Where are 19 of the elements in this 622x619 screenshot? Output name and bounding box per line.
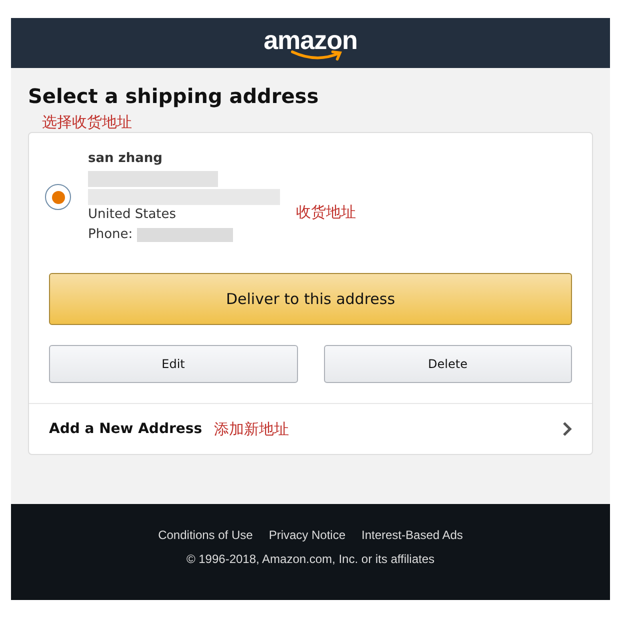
add-address-row[interactable]: Add a New Address 添加新地址 bbox=[29, 403, 592, 454]
annotation: 选择收货地址 bbox=[42, 112, 133, 132]
delete-button[interactable]: Delete bbox=[324, 345, 572, 383]
footer-link[interactable]: Interest-Based Ads bbox=[362, 528, 463, 542]
page-title: Select a shipping address bbox=[28, 83, 320, 110]
footer-link[interactable]: Privacy Notice bbox=[268, 528, 346, 542]
annotation: 添加新地址 bbox=[214, 420, 290, 438]
edit-button[interactable]: Edit bbox=[49, 345, 298, 383]
phone-label: Phone: bbox=[88, 226, 133, 244]
add-address-label: Add a New Address bbox=[49, 421, 202, 437]
recipient-name: san zhang bbox=[88, 150, 164, 168]
footer-link[interactable]: Conditions of Use bbox=[158, 528, 253, 542]
deliver-button[interactable]: Deliver to this address bbox=[49, 273, 572, 325]
logo[interactable]: amazon bbox=[264, 26, 358, 54]
radio-button[interactable] bbox=[45, 184, 71, 210]
annotation: 收货地址 bbox=[296, 203, 356, 222]
address-country: United States bbox=[88, 206, 178, 224]
chevron-right-icon bbox=[562, 421, 572, 437]
copyright: © 1996-2018, Amazon.com, Inc. or its affiliates bbox=[186, 552, 435, 566]
